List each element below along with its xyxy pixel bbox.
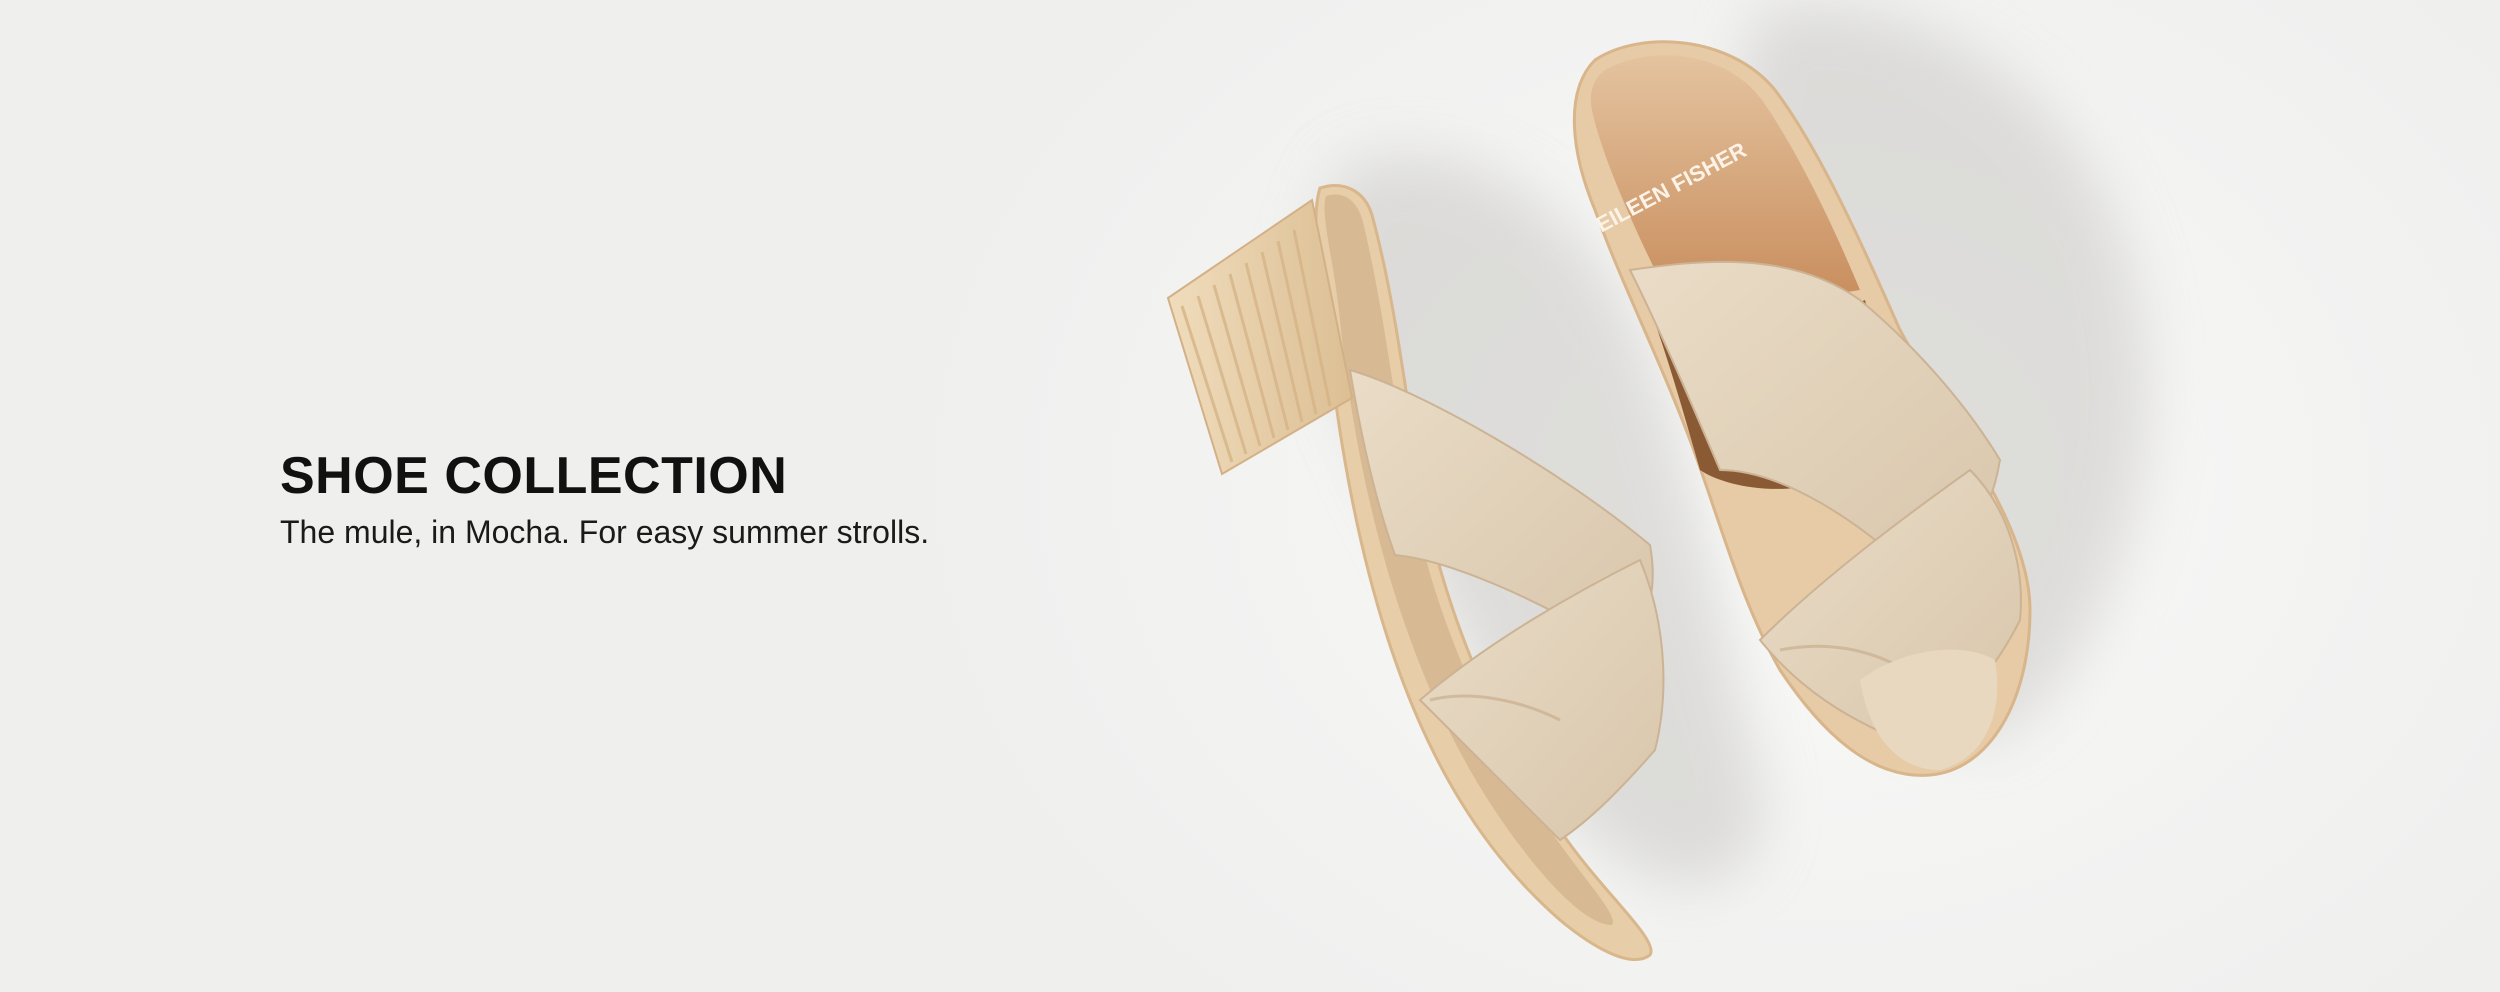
product-image-mules: EILEEN FISHER	[1166, 5, 2149, 961]
hero-copy: SHOE COLLECTION The mule, in Mocha. For …	[280, 446, 1180, 554]
hero-subline: The mule, in Mocha. For easy summer stro…	[280, 514, 930, 550]
hero-headline: SHOE COLLECTION	[280, 447, 788, 505]
hero-banner[interactable]: SHOE COLLECTION The mule, in Mocha. For …	[0, 0, 2500, 992]
